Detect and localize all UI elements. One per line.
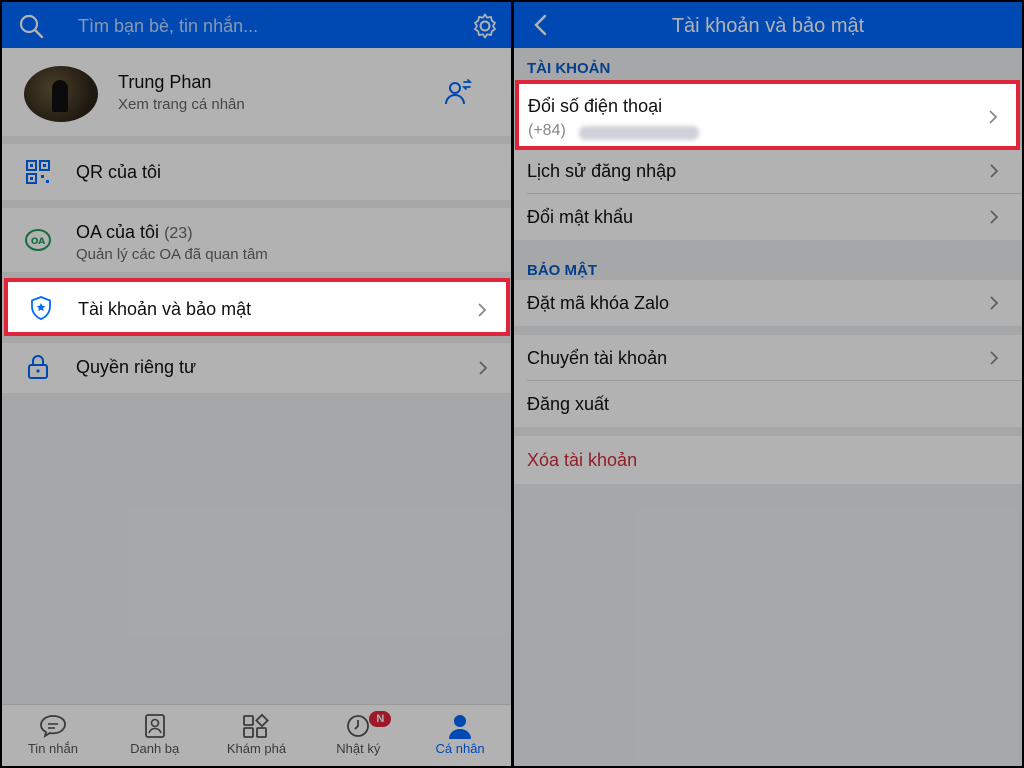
nav-contacts[interactable]: Danh bạ	[104, 705, 206, 766]
right-panel: Tài khoản và bảo mật TÀI KHOẢN Lịch sử đ…	[514, 2, 1022, 766]
notification-badge: N	[369, 711, 392, 727]
menu-privacy[interactable]: Quyền riêng tư	[2, 343, 511, 393]
menu-qr-label: QR của tôi	[76, 162, 162, 182]
change-phone-row[interactable]: Đổi số điện thoại (+84)	[515, 80, 1020, 150]
menu-privacy-label: Quyền riêng tư	[76, 357, 197, 377]
left-panel: Tìm bạn bè, tin nhắn... Trung Phan Xem t…	[2, 2, 511, 766]
page-title: Tài khoản và bảo mật	[671, 15, 865, 37]
change-password-row[interactable]: Đổi mật khẩu	[514, 194, 1022, 240]
nav-contacts-label: Danh bạ	[130, 741, 180, 756]
logout-label: Đăng xuất	[527, 394, 610, 414]
delete-account-row[interactable]: Xóa tài khoản	[514, 436, 1022, 484]
menu-oa-label: OA của tôi (23)	[76, 222, 193, 242]
search-icon[interactable]	[18, 13, 44, 39]
profile-name: Trung Phan	[118, 72, 212, 92]
search-input[interactable]: Tìm bạn bè, tin nhắn...	[78, 16, 258, 37]
person-icon	[449, 715, 472, 739]
login-history-label: Lịch sử đăng nhập	[527, 161, 677, 181]
change-phone-label: Đổi số điện thoại	[528, 96, 663, 116]
menu-account-security-label: Tài khoản và bảo mật	[78, 299, 252, 319]
nav-diary[interactable]: N Nhật ký	[307, 705, 409, 766]
menu-qr[interactable]: QR của tôi	[2, 144, 511, 200]
profile-card[interactable]: Trung Phan Xem trang cá nhân	[2, 48, 511, 136]
chat-icon	[39, 715, 66, 738]
menu-account-security[interactable]: Tài khoản và bảo mật	[4, 278, 510, 336]
oa-icon: OA	[25, 229, 51, 251]
login-history-row[interactable]: Lịch sử đăng nhập	[514, 148, 1022, 194]
menu-oa-subtitle: Quản lý các OA đã quan tâm	[76, 246, 268, 263]
blurred-phone-number	[579, 126, 699, 140]
change-password-label: Đổi mật khẩu	[527, 207, 634, 227]
explore-icon	[243, 713, 270, 738]
nav-diary-label: Nhật ký	[336, 741, 381, 756]
nav-messages[interactable]: Tin nhắn	[2, 705, 104, 766]
nav-profile[interactable]: Cá nhân	[409, 705, 511, 766]
chevron-right-icon	[479, 361, 488, 375]
chevron-right-icon	[990, 210, 999, 224]
switch-account-row[interactable]: Chuyển tài khoản	[514, 335, 1022, 381]
switch-account-label: Chuyển tài khoản	[527, 348, 668, 368]
svg-text:OA: OA	[31, 237, 45, 247]
chevron-right-icon	[990, 296, 999, 310]
gear-icon[interactable]	[471, 12, 499, 40]
lock-code-row[interactable]: Đặt mã khóa Zalo	[514, 280, 1022, 326]
bottom-nav: Tin nhắn Danh bạ Khám phá N Nhật ký Cá n…	[2, 704, 511, 766]
nav-messages-label: Tin nhắn	[27, 741, 78, 756]
chevron-right-icon	[478, 303, 487, 317]
contacts-icon	[144, 714, 165, 738]
profile-subtitle: Xem trang cá nhân	[118, 96, 245, 113]
qr-icon	[26, 160, 50, 184]
chevron-right-icon	[989, 110, 998, 124]
top-bar: Tài khoản và bảo mật	[514, 2, 1022, 48]
nav-explore-label: Khám phá	[226, 741, 287, 756]
menu-oa[interactable]: OA OA của tôi (23) Quản lý các OA đã qua…	[2, 208, 511, 272]
shield-icon	[31, 296, 51, 320]
avatar[interactable]	[24, 66, 98, 122]
logout-row[interactable]: Đăng xuất	[514, 381, 1022, 427]
chevron-right-icon	[990, 164, 999, 178]
lock-code-label: Đặt mã khóa Zalo	[527, 293, 670, 313]
chevron-right-icon	[990, 351, 999, 365]
section-account-heading: TÀI KHOẢN	[527, 60, 611, 77]
delete-account-label: Xóa tài khoản	[527, 450, 638, 470]
top-bar: Tìm bạn bè, tin nhắn...	[2, 2, 511, 48]
nav-profile-label: Cá nhân	[435, 741, 485, 756]
switch-account-icon[interactable]	[443, 78, 473, 106]
nav-explore[interactable]: Khám phá	[206, 705, 308, 766]
phone-prefix: (+84)	[528, 122, 566, 139]
lock-icon	[28, 355, 48, 379]
section-security-heading: BẢO MẬT	[527, 262, 597, 279]
oa-count: (23)	[164, 225, 193, 242]
